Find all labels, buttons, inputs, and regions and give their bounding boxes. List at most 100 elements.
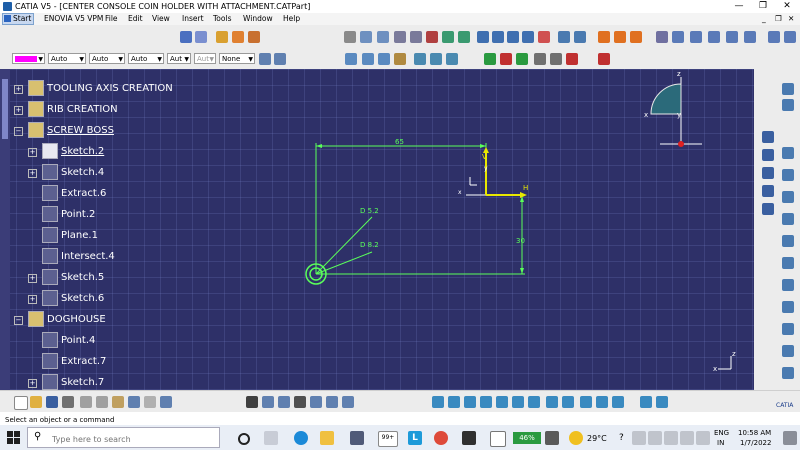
shaft-icon[interactable] (630, 31, 642, 43)
doc-close-button[interactable]: ✕ (788, 13, 794, 25)
cortana-icon[interactable] (238, 433, 250, 445)
apply-material-icon[interactable] (612, 396, 624, 408)
tray-app-1-icon[interactable] (632, 431, 646, 445)
help-circle-icon[interactable]: ? (619, 433, 624, 443)
circle-sketch-icon[interactable] (690, 31, 702, 43)
diameter-label-82[interactable]: D 8.2 (360, 241, 379, 249)
workbench-tool-11-icon[interactable] (782, 367, 794, 379)
quick-view-icon[interactable] (546, 396, 558, 408)
menu-start[interactable]: Start (2, 13, 34, 25)
edge-icon[interactable] (294, 431, 308, 445)
normal-view-icon[interactable] (528, 396, 540, 408)
media-icon[interactable] (545, 431, 559, 445)
file-explorer-icon[interactable] (320, 431, 334, 445)
hide-show-icon[interactable] (446, 53, 458, 65)
menu-tools[interactable]: Tools (213, 13, 231, 25)
redo-icon[interactable] (144, 396, 156, 408)
clock-date[interactable]: 1/7/2022 (740, 439, 771, 447)
workbench-tool-icon[interactable] (782, 147, 794, 159)
table-icon[interactable] (294, 396, 306, 408)
formula-icon[interactable] (246, 396, 258, 408)
three-point-arc-icon[interactable] (762, 149, 774, 161)
workbench-tool-7-icon[interactable] (782, 279, 794, 291)
sketch-point-icon[interactable] (345, 53, 357, 65)
conic-icon[interactable] (426, 31, 438, 43)
break-icon[interactable] (507, 31, 519, 43)
close-button[interactable]: ✕ (775, 0, 799, 13)
rectangle-tool-icon[interactable] (672, 31, 684, 43)
weather-icon[interactable] (569, 431, 583, 445)
symmetry-icon[interactable] (566, 53, 578, 65)
pan-icon[interactable] (464, 396, 476, 408)
menu-edit[interactable]: Edit (128, 13, 143, 25)
compass-icon[interactable] (650, 83, 682, 115)
rotate-view-icon[interactable] (480, 396, 492, 408)
workbench-tool-4-icon[interactable] (782, 213, 794, 225)
analysis-icon[interactable] (550, 53, 562, 65)
intersect-3d-icon[interactable] (574, 31, 586, 43)
knowledge-icon[interactable] (310, 396, 322, 408)
workbench-tool-3-icon[interactable] (782, 191, 794, 203)
relations-icon[interactable] (342, 396, 354, 408)
snap-grid-icon[interactable] (195, 31, 207, 43)
edit-pencil-icon[interactable] (377, 31, 389, 43)
translate-icon[interactable] (484, 53, 496, 65)
diameter-label-52[interactable]: D 5.2 (360, 207, 379, 215)
arc-tool-icon[interactable] (762, 131, 774, 143)
layer-combo-a[interactable]: Aut ▼ (167, 53, 191, 64)
taskbar-search-input[interactable] (50, 432, 219, 446)
workbench-tool-10-icon[interactable] (782, 345, 794, 357)
mirror-icon[interactable] (538, 31, 550, 43)
save-icon[interactable] (46, 396, 58, 408)
chamfer-icon[interactable] (378, 53, 390, 65)
minimize-button[interactable]: — (727, 0, 751, 13)
sketcher-tools-icon[interactable] (782, 83, 794, 95)
construction-icon[interactable] (216, 31, 228, 43)
notification-icon[interactable] (783, 431, 797, 445)
restore-button[interactable]: ❐ (751, 0, 775, 13)
color-combo[interactable]: ▼ (12, 53, 45, 64)
trim-right-icon[interactable] (762, 167, 774, 179)
sketcher-tools-2-icon[interactable] (782, 99, 794, 111)
paste-icon[interactable] (112, 396, 124, 408)
relimit-icon[interactable] (477, 31, 489, 43)
corner-icon[interactable] (362, 53, 374, 65)
thickness-combo[interactable]: Auto ▼ (89, 53, 125, 64)
grid-icon[interactable] (180, 31, 192, 43)
constraint-right-icon[interactable] (762, 185, 774, 197)
dimension-label-30[interactable]: 30 (516, 237, 525, 245)
axis-icon[interactable] (458, 31, 470, 43)
measure-icon[interactable] (534, 53, 546, 65)
line-tool-icon[interactable] (744, 31, 756, 43)
point-tool-icon[interactable] (656, 31, 668, 43)
taskbar-search-box[interactable]: ⚲ (27, 427, 220, 448)
menu-view[interactable]: View (152, 13, 170, 25)
dimensional-constraint-icon[interactable] (248, 31, 260, 43)
swap-visible-icon[interactable] (430, 53, 442, 65)
trim-icon[interactable] (492, 31, 504, 43)
help-pointer-icon[interactable] (160, 396, 172, 408)
pad-icon[interactable] (598, 31, 610, 43)
workbench-tool-2-icon[interactable] (782, 169, 794, 181)
copy-icon[interactable] (96, 396, 108, 408)
language-top[interactable]: ENG (714, 429, 729, 437)
lync-icon[interactable]: L (408, 431, 422, 445)
mail-badge-icon[interactable]: 99+ (378, 431, 398, 447)
pocket-icon[interactable] (614, 31, 626, 43)
fit-all-icon[interactable] (448, 396, 460, 408)
profile-icon[interactable] (344, 31, 356, 43)
arrows-icon[interactable] (640, 396, 652, 408)
dimension-label-65[interactable]: 65 (395, 138, 404, 146)
tray-battery-icon[interactable] (696, 431, 710, 445)
workbench-tool-9-icon[interactable] (782, 323, 794, 335)
menu-help[interactable]: Help (283, 13, 300, 25)
parameters-icon[interactable] (326, 396, 338, 408)
store-icon[interactable] (350, 431, 364, 445)
properties-icon[interactable] (274, 53, 286, 65)
fly-mode-icon[interactable] (432, 396, 444, 408)
rectangle-icon[interactable] (360, 31, 372, 43)
update-icon[interactable] (414, 53, 426, 65)
battery-meter[interactable]: 46% (513, 432, 541, 444)
volume-icon[interactable] (680, 431, 694, 445)
linetype-combo[interactable]: Auto ▼ (48, 53, 86, 64)
